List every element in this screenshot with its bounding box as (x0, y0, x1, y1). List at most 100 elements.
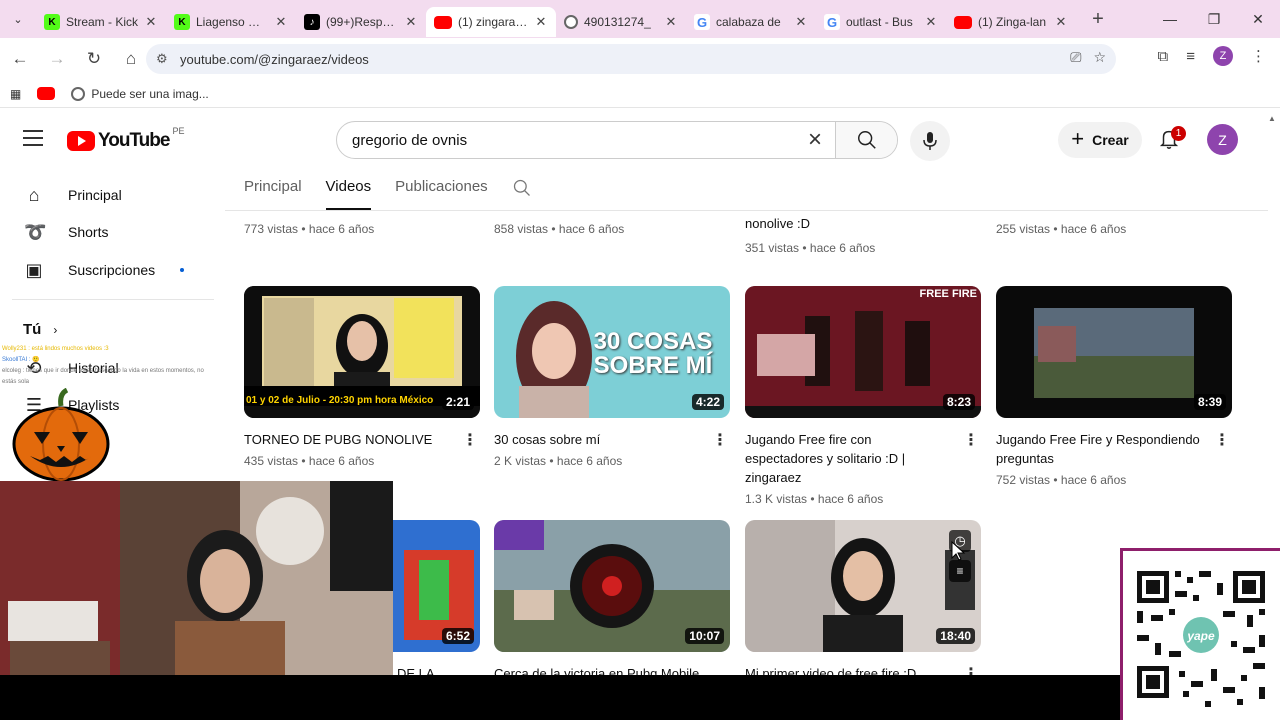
tab-principal[interactable]: Principal (244, 172, 302, 210)
tab-search-chevron-icon[interactable]: ⌄ (0, 0, 36, 38)
apps-grid-icon[interactable]: ▦ (10, 87, 21, 101)
kick-icon: K (174, 14, 190, 30)
browser-tab[interactable]: 490131274_ ✕ (556, 7, 686, 37)
youtube-bookmark-icon[interactable] (37, 87, 56, 100)
video-title[interactable]: nonolive :D (745, 216, 810, 231)
restore-icon[interactable]: ❐ (1192, 0, 1236, 38)
new-tab-icon[interactable]: + (1084, 8, 1112, 31)
chat-line: Wolly231 : está lindos muchos videos :3 (2, 346, 109, 352)
microphone-icon (923, 132, 937, 150)
close-tab-icon[interactable]: ✕ (924, 14, 938, 30)
youtube-play-icon (67, 131, 95, 151)
extensions-icon[interactable]: ⧉ (1158, 48, 1169, 65)
close-window-icon[interactable]: ✕ (1236, 0, 1280, 38)
add-to-queue-icon[interactable]: ≡ (949, 560, 971, 582)
forward-icon[interactable]: → (40, 42, 74, 76)
address-bar[interactable]: ⚙ youtube.com/@zingaraez/videos ⎚ ☆ (146, 44, 1116, 74)
search-button[interactable] (835, 122, 897, 158)
more-options-icon[interactable]: ⋮ (712, 430, 728, 450)
channel-search-icon[interactable] (512, 172, 532, 210)
more-options-icon[interactable]: ⋮ (963, 430, 979, 450)
install-app-icon[interactable]: ⎚ (1070, 49, 1081, 66)
menu-dots-icon[interactable]: ⋮ (1251, 47, 1266, 65)
youtube-logo[interactable]: YouTube PE (67, 126, 184, 152)
profile-avatar[interactable]: Z (1213, 46, 1233, 66)
sidebar-item-suscripciones[interactable]: ▣ Suscripciones (24, 250, 194, 290)
browser-tab-active[interactable]: (1) zingaraez ✕ (426, 7, 556, 37)
back-icon[interactable]: ← (3, 42, 37, 76)
bookmark-item[interactable]: Puede ser una imag... (71, 86, 209, 101)
tab-label: (1) zingaraez (458, 15, 528, 29)
tab-label: calabaza de (716, 15, 781, 29)
yape-qr-code: yape (1123, 551, 1280, 720)
chevron-right-icon: › (53, 322, 58, 337)
account-avatar[interactable]: Z (1207, 124, 1238, 155)
close-tab-icon[interactable]: ✕ (664, 14, 678, 30)
window-controls: — ❐ ✕ (1148, 0, 1280, 38)
home-icon[interactable]: ⌂ (114, 42, 148, 76)
voice-search-button[interactable] (910, 121, 950, 161)
bookmark-label: Puede ser una imag... (91, 86, 209, 101)
chat-overlay: Wolly231 : está lindos muchos videos :3 … (2, 344, 282, 388)
video-card[interactable]: 30 COSAS SOBRE MÍ 4:22 30 cosas sobre mí… (494, 286, 730, 468)
video-thumbnail[interactable]: 30 COSAS SOBRE MÍ 4:22 (494, 286, 730, 418)
browser-tab[interactable]: K Stream - Kick ✕ (36, 7, 166, 37)
sidebar-divider (12, 299, 214, 300)
site-info-icon[interactable]: ⚙ (156, 51, 176, 67)
video-thumbnail[interactable]: FREE FIRE 8:23 (745, 286, 981, 418)
close-tab-icon[interactable]: ✕ (274, 14, 288, 30)
browser-tab[interactable]: K Liagenso Stream ✕ (166, 7, 296, 37)
google-icon: G (694, 14, 710, 30)
thumbnail-caption: 01 y 02 de Julio - 20:30 pm hora México (246, 395, 434, 406)
create-button[interactable]: + Crear (1058, 122, 1142, 158)
more-options-icon[interactable]: ⋮ (462, 430, 478, 450)
video-title[interactable]: 30 cosas sobre mí (494, 430, 730, 449)
video-duration: 6:52 (441, 628, 474, 644)
video-thumbnail[interactable]: 8:39 (996, 286, 1232, 418)
video-thumbnail[interactable]: 10:07 (494, 520, 730, 652)
video-title[interactable]: Jugando Free Fire y Respondiendo pregunt… (996, 430, 1232, 468)
tab-label: (99+)Respuestas (326, 15, 398, 29)
bookmark-star-icon[interactable]: ☆ (1093, 49, 1106, 66)
media-controls-icon[interactable]: ≡ (1186, 48, 1195, 65)
search-input[interactable]: gregorio de ovnis (337, 132, 795, 149)
more-options-icon[interactable]: ⋮ (1214, 430, 1230, 450)
sidebar-item-principal[interactable]: ⌂ Principal (24, 175, 194, 215)
browser-tab[interactable]: G outlast - Bus ✕ (816, 7, 946, 37)
video-meta: 773 vistas • hace 6 años (244, 222, 375, 236)
url-text: youtube.com/@zingaraez/videos (180, 51, 369, 67)
tab-publicaciones[interactable]: Publicaciones (395, 172, 488, 210)
video-meta: 435 vistas • hace 6 años (244, 454, 375, 468)
video-title[interactable]: Jugando Free fire con espectadores y sol… (745, 430, 981, 487)
chat-line: estás sola (2, 379, 30, 385)
tab-videos[interactable]: Videos (325, 172, 372, 210)
video-card[interactable]: 8:39 Jugando Free Fire y Respondiendo pr… (996, 286, 1232, 487)
hamburger-menu-icon[interactable] (23, 130, 43, 151)
create-label: Crear (1092, 132, 1129, 148)
close-tab-icon[interactable]: ✕ (404, 14, 418, 30)
scrollbar-up-arrow-icon[interactable]: ▲ (1268, 114, 1276, 123)
tiktok-icon: ♪ (304, 14, 320, 30)
browser-tab[interactable]: ♪ (99+)Respuestas ✕ (296, 7, 426, 37)
clear-search-icon[interactable]: × (795, 126, 835, 154)
reload-icon[interactable]: ↻ (77, 42, 111, 76)
close-tab-icon[interactable]: ✕ (794, 14, 808, 30)
thumbnail-caption: FREE FIRE (919, 288, 977, 300)
minimize-icon[interactable]: — (1148, 0, 1192, 38)
youtube-header: YouTube PE gregorio de ovnis × + Crear 1… (0, 110, 1268, 168)
browser-tab[interactable]: (1) Zinga-lan ✕ (946, 7, 1076, 37)
plus-icon: + (1071, 126, 1085, 151)
sidebar-section-you[interactable]: Tú › (23, 321, 57, 338)
close-tab-icon[interactable]: ✕ (1054, 14, 1068, 30)
browser-tab[interactable]: G calabaza de ✕ (686, 7, 816, 37)
close-tab-icon[interactable]: ✕ (534, 14, 548, 30)
video-thumbnail[interactable]: ◷ ≡ 18:40 (745, 520, 981, 652)
video-card[interactable]: ◷ ≡ 18:40 Mi primer video de free fire :… (745, 520, 981, 683)
webcam-overlay (0, 481, 393, 701)
video-duration: 4:22 (691, 394, 724, 410)
video-title[interactable]: TORNEO DE PUBG NONOLIVE (244, 430, 480, 449)
sidebar-item-label: Principal (68, 187, 122, 203)
sidebar-item-shorts[interactable]: ➰ Shorts (24, 212, 194, 252)
close-tab-icon[interactable]: ✕ (144, 14, 158, 30)
video-card[interactable]: FREE FIRE 8:23 Jugando Free fire con esp… (745, 286, 981, 506)
